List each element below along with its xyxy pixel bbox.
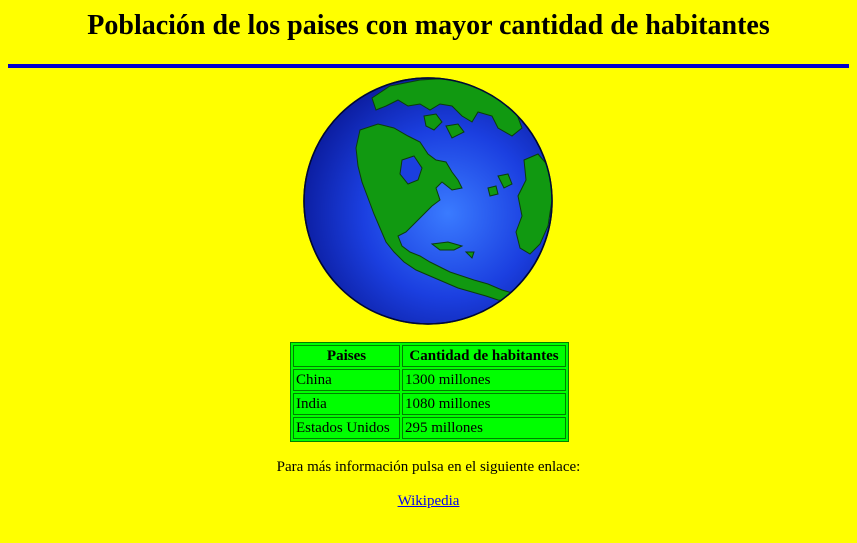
title-divider [8, 64, 849, 68]
globe-image [302, 76, 554, 326]
population-cell: 295 millones [402, 417, 566, 439]
wikipedia-link-wrap: Wikipedia [0, 492, 857, 510]
table-header-row: Paises Cantidad de habitantes [293, 345, 566, 367]
info-text: Para más información pulsa en el siguien… [276, 459, 581, 475]
population-cell: 1300 millones [402, 369, 566, 391]
globe-icon [303, 77, 553, 325]
table-row: China 1300 millones [293, 369, 566, 391]
page-title: Población de los paises con mayor cantid… [87, 10, 770, 41]
country-cell: India [293, 393, 400, 415]
page: Población de los paises con mayor cantid… [0, 0, 857, 543]
header-habitantes: Cantidad de habitantes [402, 345, 566, 367]
country-cell: Estados Unidos [293, 417, 400, 439]
table-row: India 1080 millones [293, 393, 566, 415]
country-cell: China [293, 369, 400, 391]
wikipedia-link[interactable]: Wikipedia [398, 493, 460, 509]
population-table: Paises Cantidad de habitantes China 1300… [290, 342, 569, 442]
population-cell: 1080 millones [402, 393, 566, 415]
header-paises: Paises [293, 345, 400, 367]
table-row: Estados Unidos 295 millones [293, 417, 566, 439]
